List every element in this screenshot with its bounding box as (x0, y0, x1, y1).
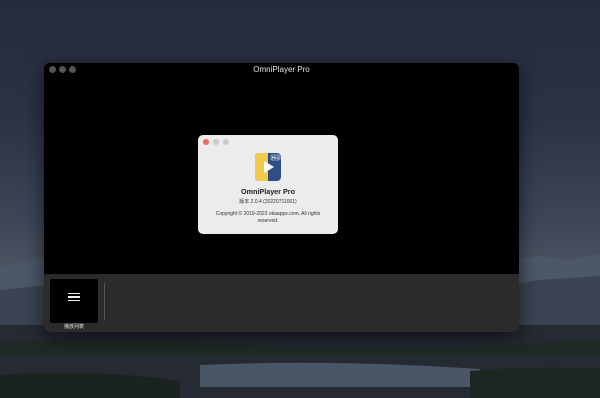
dialog-zoom-button (223, 139, 229, 145)
playlist-label: 播放列表 (63, 324, 84, 330)
app-icon: PRO (255, 153, 281, 181)
window-title: OmniPlayer Pro (253, 65, 310, 74)
list-icon (68, 293, 80, 302)
window-titlebar[interactable]: OmniPlayer Pro (44, 63, 519, 77)
about-app-name: OmniPlayer Pro (241, 187, 295, 196)
about-copyright: Copyright © 2019-2022 okaapps.com. All r… (215, 211, 321, 224)
about-version: 版本 2.0.4 (20220711001) (239, 199, 297, 205)
dialog-close-button[interactable] (203, 139, 209, 145)
icon-badge: PRO (272, 156, 280, 160)
playlist-panel: 播放列表 (44, 274, 519, 332)
lake-scene (0, 325, 600, 398)
panel-divider (104, 283, 105, 320)
dialog-minimize-button (213, 139, 219, 145)
playlist-button[interactable] (50, 279, 98, 323)
